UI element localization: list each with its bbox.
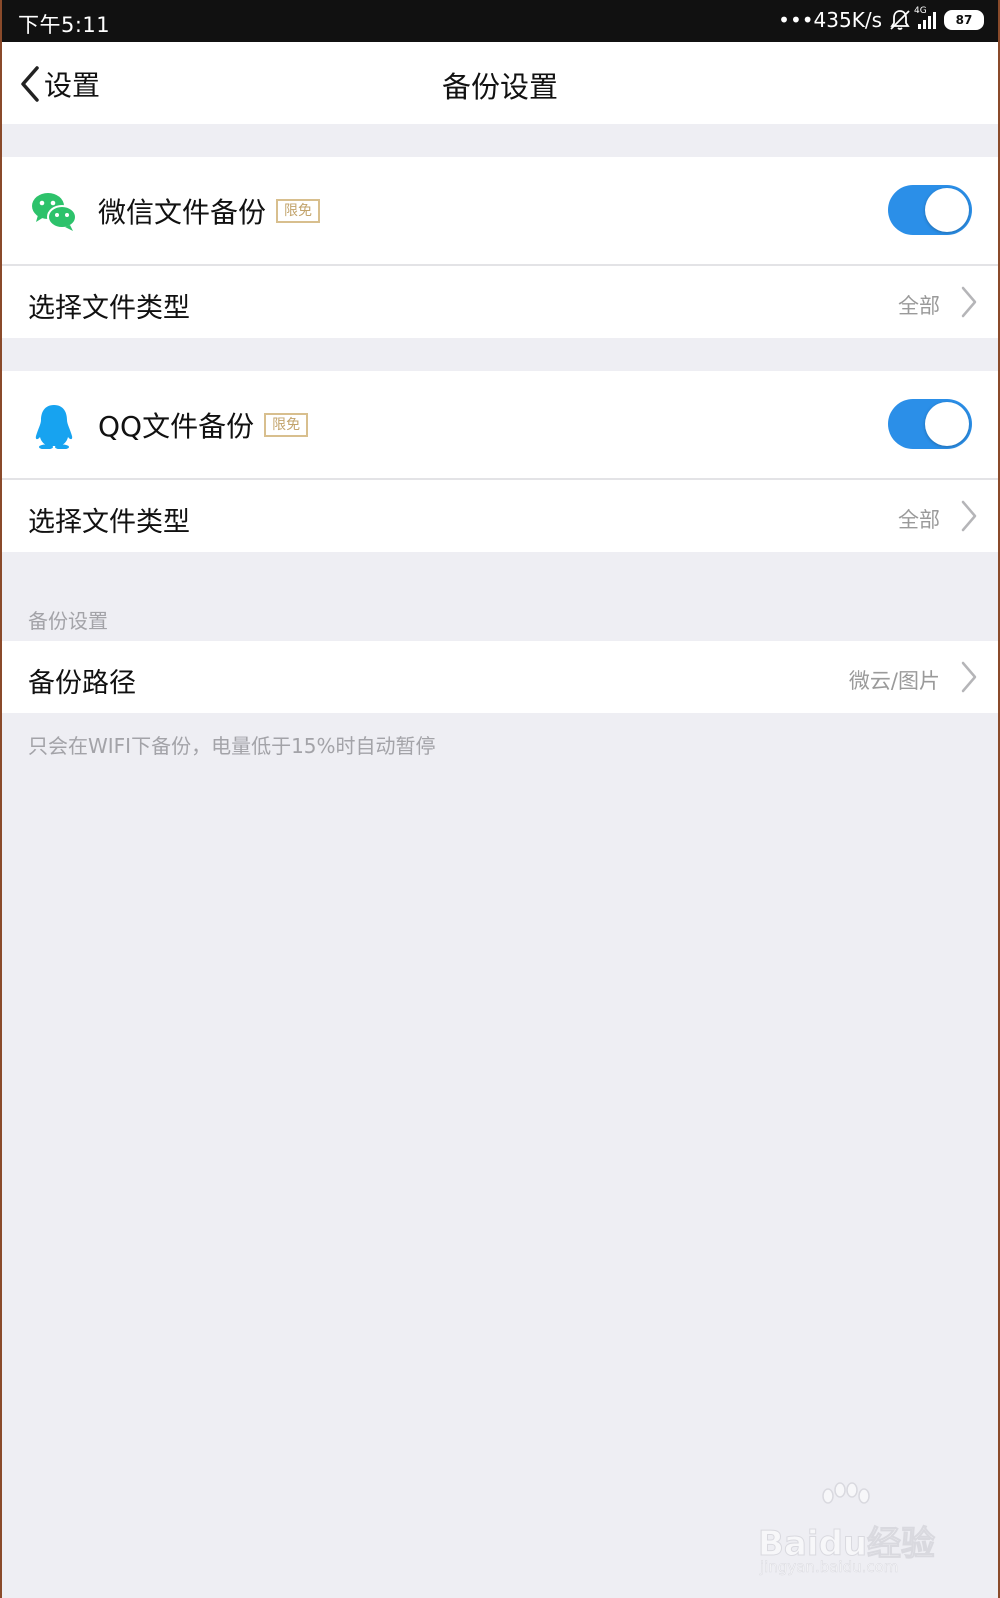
backup-path-section: 备份路径 微云/图片	[2, 641, 998, 713]
qq-backup-label: QQ文件备份	[98, 410, 255, 443]
status-time: 下午5:11	[18, 13, 111, 37]
toggle-knob	[925, 188, 969, 232]
wechat-file-type-row[interactable]: 选择文件类型 全部	[2, 266, 998, 338]
wechat-backup-row: 微信文件备份 限免	[2, 157, 998, 266]
wechat-file-type-label: 选择文件类型	[28, 293, 190, 324]
qq-file-type-value: 全部	[898, 508, 940, 532]
mute-bell-icon	[890, 10, 910, 30]
qq-backup-section: QQ文件备份 限免 选择文件类型 全部	[2, 371, 998, 552]
qq-penguin-icon	[35, 405, 73, 449]
chevron-right-icon	[961, 286, 977, 318]
network-type-label: 4G	[914, 6, 927, 16]
wechat-backup-toggle[interactable]	[888, 185, 972, 235]
app-frame: 下午5:11 •••435K/s 4G 87 设置 备份设置 微信文件备份 限免…	[2, 0, 998, 1598]
qq-backup-title: QQ文件备份 限免	[98, 405, 309, 445]
wechat-backup-section: 微信文件备份 限免 选择文件类型 全部	[2, 157, 998, 338]
chevron-right-icon	[961, 500, 977, 532]
qq-file-type-label: 选择文件类型	[28, 507, 190, 538]
page-title: 备份设置	[441, 70, 558, 104]
watermark-url: jingyan.baidu.com	[760, 1558, 899, 1577]
chevron-right-icon	[961, 661, 977, 693]
wechat-icon	[32, 193, 77, 231]
baidu-paw-icon	[822, 1482, 870, 1504]
backup-path-row[interactable]: 备份路径 微云/图片	[2, 641, 998, 713]
qq-file-type-row[interactable]: 选择文件类型 全部	[2, 480, 998, 552]
status-right-group: •••435K/s 4G 87	[778, 7, 984, 32]
battery-icon: 87	[944, 10, 984, 30]
qq-backup-toggle[interactable]	[888, 399, 972, 449]
toggle-knob	[925, 402, 969, 446]
wechat-backup-label: 微信文件备份	[98, 196, 267, 229]
qq-backup-row: QQ文件备份 限免	[2, 371, 998, 480]
baidu-watermark: Baidu经验 jingyan.baidu.com	[757, 1482, 938, 1577]
status-bar: 下午5:11 •••435K/s 4G 87	[2, 0, 998, 42]
free-badge: 限免	[276, 199, 321, 223]
backup-path-label: 备份路径	[28, 668, 136, 699]
free-badge: 限免	[264, 413, 309, 437]
backup-path-value: 微云/图片	[848, 669, 940, 693]
network-speed: •••435K/s	[778, 8, 882, 32]
backup-settings-header: 备份设置	[28, 609, 108, 633]
signal-icon: 4G	[914, 7, 936, 29]
backup-note: 只会在WIFI下备份，电量低于15%时自动暂停	[28, 734, 436, 758]
wechat-backup-title: 微信文件备份 限免	[98, 191, 321, 231]
nav-bar: 设置 备份设置	[2, 42, 998, 124]
wechat-file-type-value: 全部	[898, 294, 940, 318]
